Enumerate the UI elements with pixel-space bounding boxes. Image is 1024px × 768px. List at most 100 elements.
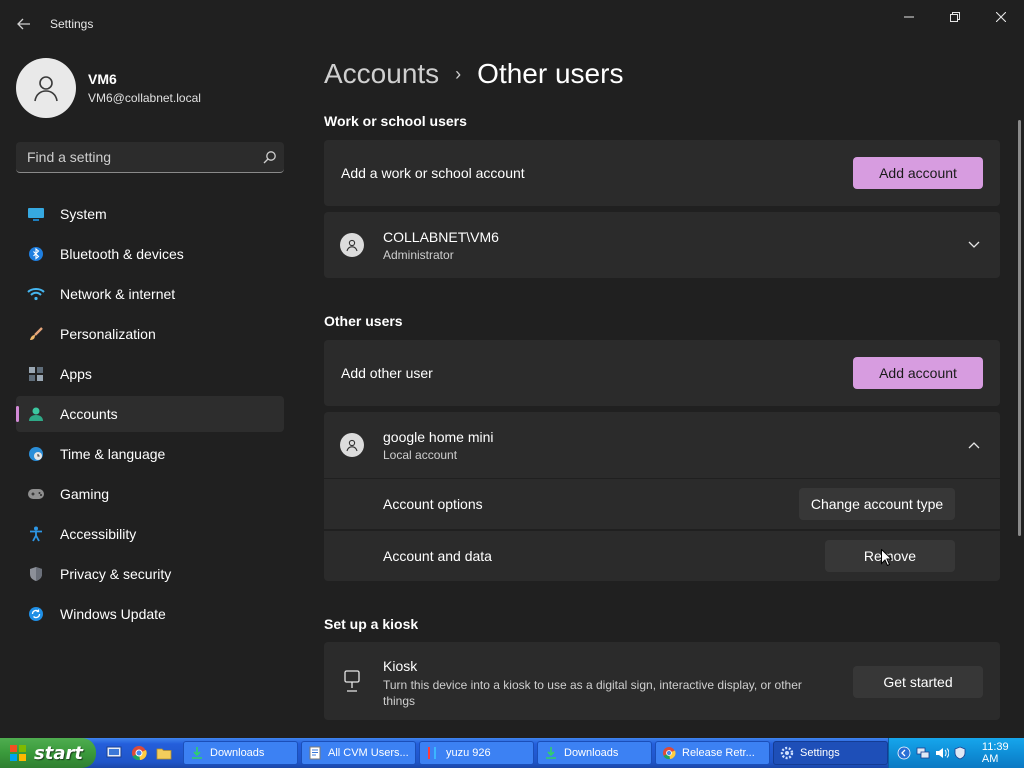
start-button[interactable]: start [0,738,96,768]
task-release-retr[interactable]: Release Retr... [655,741,770,765]
gear-icon [780,746,794,760]
sidebar-item-system[interactable]: System [16,196,284,232]
task-downloads-2[interactable]: Downloads [537,741,652,765]
task-yuzu[interactable]: yuzu 926 [419,741,534,765]
back-button[interactable] [10,12,38,36]
sidebar-item-label: Bluetooth & devices [60,246,184,262]
sidebar-item-label: Windows Update [60,606,166,622]
task-label: Settings [800,747,840,759]
restore-icon [950,12,960,22]
title-bar: Settings [0,0,1024,48]
kiosk-title: Kiosk [383,658,418,674]
kiosk-card: Kiosk Turn this device into a kiosk to u… [324,642,1000,720]
shield-icon [26,564,46,584]
sidebar-item-apps[interactable]: Apps [16,356,284,392]
change-account-type-button[interactable]: Change account type [799,488,955,520]
sidebar-item-accessibility[interactable]: Accessibility [16,516,284,552]
yuzu-icon [426,746,440,760]
user-role: Local account [383,448,458,462]
apps-icon [26,364,46,384]
sidebar-item-accounts[interactable]: Accounts [16,396,284,432]
sidebar-item-label: System [60,206,107,222]
sidebar: VM6 VM6@collabnet.local Find a setting S… [0,48,300,738]
download-folder-icon [190,746,204,760]
chevron-down-icon[interactable] [966,237,982,253]
start-label: start [34,742,83,764]
windows-logo-icon [8,743,28,763]
task-label: Release Retr... [682,747,755,759]
sidebar-item-label: Personalization [60,326,156,342]
folder-icon[interactable] [154,743,174,763]
user-role: Administrator [383,248,454,262]
user-card-google-home-mini[interactable]: google home mini Local account [324,412,1000,478]
search-input[interactable]: Find a setting [27,149,256,165]
profile-email: VM6@collabnet.local [88,91,201,105]
section-title-kiosk: Set up a kiosk [324,616,419,632]
user-name: COLLABNET\VM6 [383,229,499,245]
update-icon [26,604,46,624]
scrollbar[interactable] [1018,120,1021,536]
clock[interactable]: 11:39 AM [982,741,1024,765]
network-tray-icon[interactable] [916,746,930,760]
sidebar-item-label: Gaming [60,486,110,502]
shield-tray-icon[interactable] [954,746,967,760]
add-other-user-button[interactable]: Add account [853,357,983,389]
nav-list: System Bluetooth & devices Network & int… [16,196,284,636]
show-desktop-icon[interactable] [104,743,124,763]
sidebar-item-label: Accounts [60,406,118,422]
account-options-label: Account options [383,496,483,512]
breadcrumb-parent[interactable]: Accounts [324,58,439,90]
sidebar-item-bluetooth[interactable]: Bluetooth & devices [16,236,284,272]
add-work-account-label: Add a work or school account [341,165,525,181]
add-work-account-card: Add a work or school account Add account [324,140,1000,206]
volume-icon[interactable] [935,746,949,760]
sidebar-item-label: Time & language [60,446,166,462]
breadcrumb: Accounts › Other users [324,58,623,90]
task-all-cvm-users[interactable]: All CVM Users... [301,741,416,765]
sidebar-item-gaming[interactable]: Gaming [16,476,284,512]
get-started-button[interactable]: Get started [853,666,983,698]
task-downloads-1[interactable]: Downloads [183,741,298,765]
account-data-label: Account and data [383,548,492,564]
sidebar-item-label: Apps [60,366,92,382]
user-icon [340,433,364,457]
task-settings[interactable]: Settings [773,741,888,765]
sidebar-item-network[interactable]: Network & internet [16,276,284,312]
minimize-icon [904,16,914,18]
search-box[interactable]: Find a setting [16,142,284,173]
task-label: All CVM Users... [328,747,409,759]
globe-clock-icon [26,444,46,464]
gamepad-icon [26,484,46,504]
sidebar-item-label: Network & internet [60,286,176,302]
sidebar-item-time-language[interactable]: Time & language [16,436,284,472]
chrome-icon [662,746,676,760]
system-icon [26,204,46,224]
tray-expand-icon[interactable] [897,746,911,760]
profile[interactable]: VM6 VM6@collabnet.local [16,58,201,118]
chrome-icon[interactable] [129,743,149,763]
avatar [16,58,76,118]
profile-name: VM6 [88,71,117,87]
section-title-work-school: Work or school users [324,113,467,129]
task-label: Downloads [564,747,619,759]
close-button[interactable] [978,4,1024,30]
kiosk-icon [343,670,361,697]
restore-button[interactable] [932,4,978,30]
mouse-cursor-icon [881,548,893,571]
sidebar-item-privacy-security[interactable]: Privacy & security [16,556,284,592]
add-other-user-card: Add other user Add account [324,340,1000,406]
app-title: Settings [50,17,94,31]
sidebar-item-windows-update[interactable]: Windows Update [16,596,284,632]
minimize-button[interactable] [886,4,932,30]
sidebar-item-label: Accessibility [60,526,137,542]
task-list: Downloads All CVM Users... yuzu 926 Down… [183,741,891,765]
section-title-other-users: Other users [324,313,403,329]
search-icon[interactable] [256,150,284,164]
back-arrow-icon [17,18,30,30]
chevron-up-icon[interactable] [966,437,982,453]
taskbar: start Downloads All CVM Users... yuzu 92… [0,738,1024,768]
page-title: Other users [477,58,624,89]
sidebar-item-personalization[interactable]: Personalization [16,316,284,352]
add-work-account-button[interactable]: Add account [853,157,983,189]
user-card-collabnet[interactable]: COLLABNET\VM6 Administrator [324,212,1000,278]
